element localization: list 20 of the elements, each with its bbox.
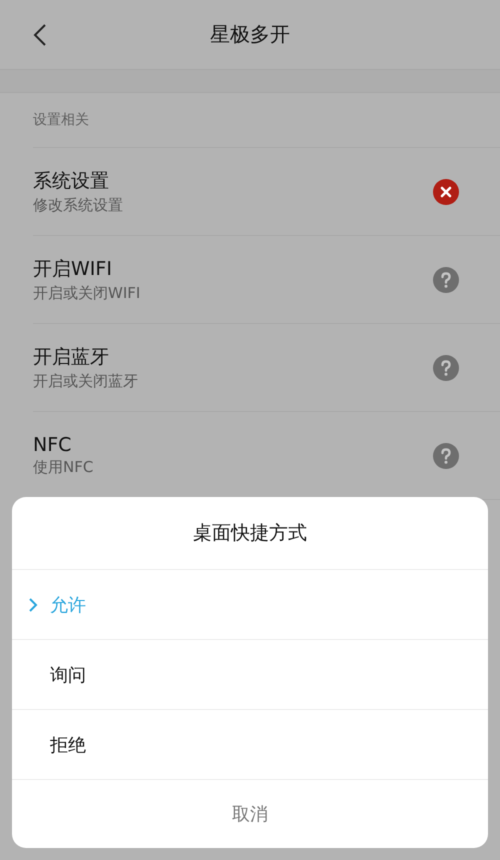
- setting-title: 开启WIFI: [33, 257, 113, 282]
- setting-subtitle: 使用NFC: [33, 458, 94, 477]
- page-title: 星极多开: [210, 21, 290, 48]
- setting-subtitle: 修改系统设置: [33, 196, 124, 215]
- cancel-button[interactable]: 取消: [226, 801, 274, 827]
- dialog-title: 桌面快捷方式: [193, 521, 307, 546]
- setting-subtitle: 开启或关闭WIFI: [33, 284, 142, 303]
- setting-title: NFC: [33, 434, 72, 456]
- question-icon[interactable]: [433, 354, 459, 380]
- back-icon[interactable]: [32, 23, 48, 47]
- question-icon[interactable]: [433, 266, 459, 292]
- option-item[interactable]: 询问: [28, 662, 86, 686]
- question-icon[interactable]: [433, 442, 459, 468]
- setting-subtitle: 开启或关闭蓝牙: [33, 372, 139, 391]
- chevron-icon: [28, 598, 38, 612]
- setting-title: 系统设置: [33, 169, 110, 194]
- option-item[interactable]: 拒绝: [28, 732, 86, 756]
- section-title: 设置相关: [33, 111, 89, 129]
- close-icon[interactable]: [433, 178, 459, 204]
- setting-title: 开启蓝牙: [33, 345, 110, 370]
